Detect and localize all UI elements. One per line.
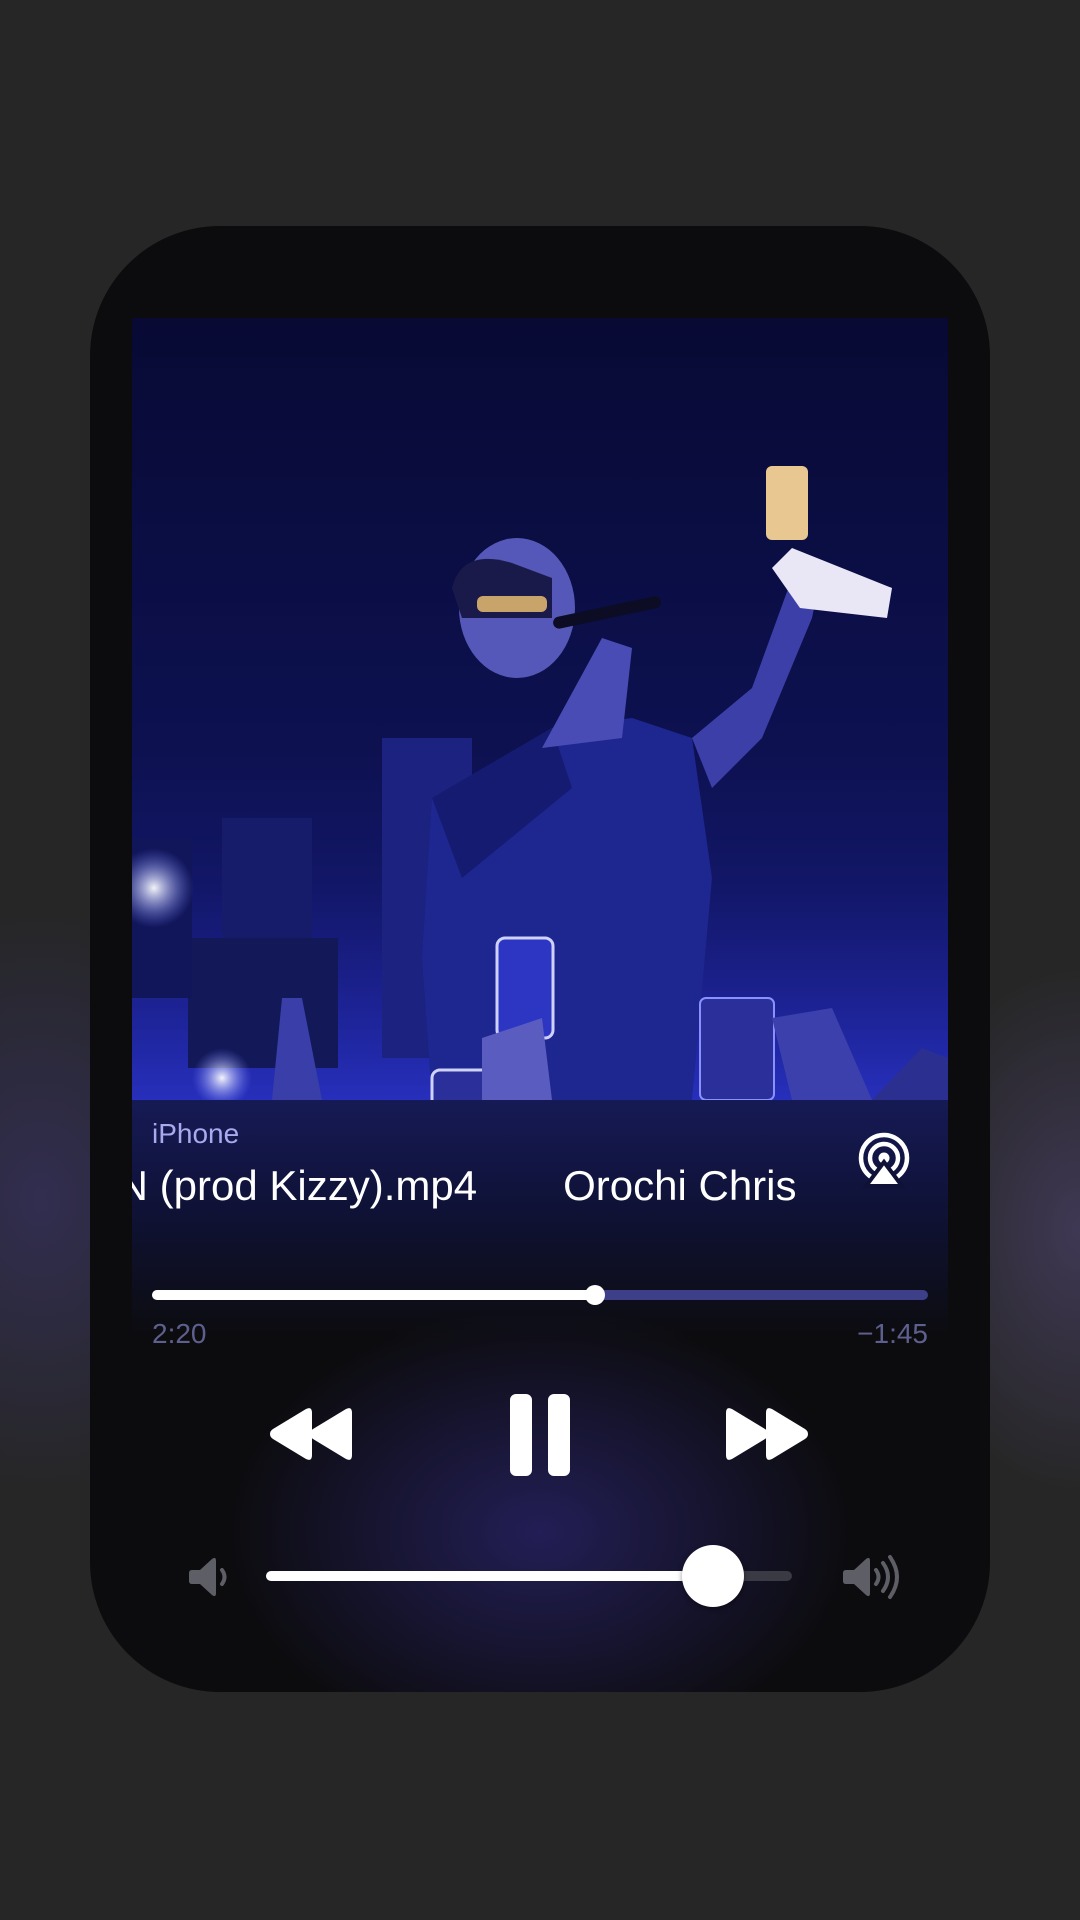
airplay-button[interactable]	[856, 1132, 912, 1188]
volume-fill	[266, 1571, 714, 1581]
rewind-icon	[270, 1408, 352, 1460]
info-gradient	[132, 1100, 948, 1340]
track-title: SIN (prod Kizzy).mp4	[132, 1162, 478, 1209]
elapsed-time: 2:20	[152, 1318, 207, 1349]
pause-button[interactable]	[508, 1392, 572, 1478]
volume-handle[interactable]	[682, 1545, 745, 1607]
pause-icon	[510, 1394, 570, 1476]
speaker-low-icon	[188, 1556, 232, 1598]
fast-forward-button[interactable]	[720, 1406, 812, 1462]
marquee-content: SIN (prod Kizzy).mp4 Orochi Chris	[132, 1156, 797, 1216]
concert-scene-image	[132, 466, 948, 1100]
remaining-time: −1:45	[857, 1318, 928, 1349]
track-artist: Orochi Chris	[563, 1162, 797, 1209]
output-device-label: iPhone	[152, 1118, 240, 1149]
airplay-icon	[858, 1132, 910, 1188]
volume-slider[interactable]	[266, 1545, 792, 1607]
scrubber-handle[interactable]	[585, 1285, 606, 1305]
playback-scrubber[interactable]	[152, 1285, 928, 1305]
video-artwork[interactable]	[132, 318, 948, 1100]
scrubber-elapsed-fill	[152, 1290, 596, 1300]
now-playing-card: iPhone SIN (prod Kizzy).mp4Orochi Chris …	[90, 226, 990, 1692]
card-glow	[132, 1316, 948, 1692]
speaker-high-icon	[842, 1554, 902, 1600]
rewind-button[interactable]	[266, 1406, 358, 1462]
fast-forward-icon	[726, 1408, 808, 1460]
track-marquee: SIN (prod Kizzy).mp4 Orochi Chris	[132, 1156, 840, 1216]
